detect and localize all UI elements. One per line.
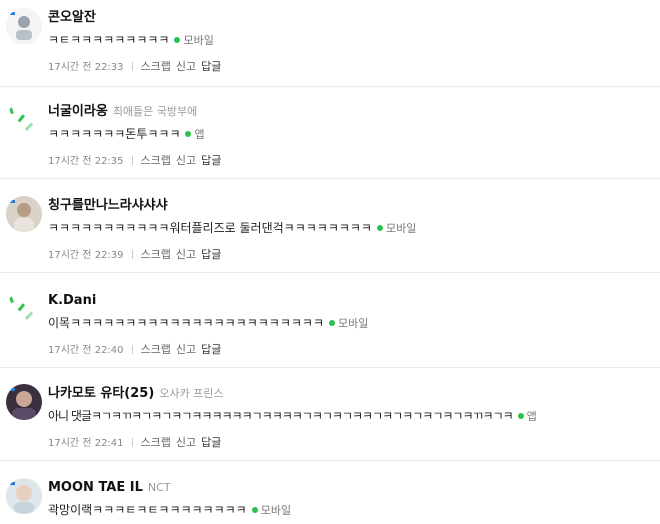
reply-button[interactable]: 답글 (201, 60, 221, 73)
timestamp-relative: 17시간 전 (48, 156, 92, 167)
avatar[interactable] (6, 102, 42, 138)
comment-divider (0, 367, 660, 368)
device-label: 앱 (526, 410, 537, 423)
scrap-button[interactable]: 스크랩 (141, 343, 171, 356)
user-badge: NCT (147, 481, 171, 494)
nickname[interactable]: 칭구를만나느라샤샤샤 (48, 198, 168, 213)
device-dot-icon (376, 225, 383, 231)
comment-text: 아니 댓글ㅋㄱㅋㄲㅋㄱㅋㄱㅋㄱㅋㅋㅋㅋㅋㅋㄱㅋㅋㅋㅋㄱㅋㄱㅋㄱㅋㅋㄱㅋㄱㅋㄱㅋㄱ… (48, 407, 537, 425)
comment-text: 이목ㅋㅋㅋㅋㅋㅋㅋㅋㅋㅋㅋㅋㅋㅋㅋㅋㅋㅋㅋㅋㅋㅋㅋ 모바일 (48, 314, 368, 332)
device-label: 모바일 (183, 34, 214, 47)
divider (131, 438, 133, 447)
nickname[interactable]: 콘오알잔 (48, 10, 96, 25)
timestamp-clock: 22:39 (94, 250, 124, 261)
avatar[interactable] (6, 196, 42, 232)
reply-button[interactable]: 답글 (201, 343, 221, 356)
scrap-button[interactable]: 스크랩 (141, 154, 171, 167)
device-dot-icon (174, 37, 181, 43)
comment-info: 17시간 전 22:40 스크랩 신고 답글 (48, 341, 226, 357)
comment-header: MOON TAE IL NCT (48, 476, 171, 495)
timestamp-relative: 17시간 전 (48, 345, 92, 356)
avatar[interactable] (6, 291, 42, 327)
device-label: 모바일 (385, 222, 417, 235)
nickname[interactable]: 너굴이라옹 (48, 104, 108, 119)
nickname[interactable]: MOON TAE IL (48, 480, 143, 495)
comment-info: 17시간 전 22:41 스크랩 신고 답글 (48, 434, 226, 450)
reply-button[interactable]: 답글 (201, 154, 221, 167)
comment-header: 너굴이라옹 최애들은 국방부에 (48, 100, 198, 119)
device-label: 모바일 (260, 504, 292, 517)
comment-body: 곽망이랙ㅋㅋㅋㅌㅋㅌㅋㅋㅋㅋㅋㅋㅋㅋ (48, 503, 247, 517)
device-dot-icon (329, 320, 336, 326)
timestamp-clock: 22:35 (94, 156, 124, 167)
comment-divider (0, 272, 660, 273)
reply-button[interactable]: 답글 (201, 436, 221, 449)
comment-body: 아니 댓글ㅋㄱㅋㄲㅋㄱㅋㄱㅋㄱㅋㅋㅋㅋㅋㅋㄱㅋㅋㅋㅋㄱㅋㄱㅋㄱㅋㅋㄱㅋㄱㅋㄱㅋㄱ… (48, 409, 514, 423)
comment-list: 콘오알잔 ㅋㅌㅋㅋㅋㅋㅋㅋㅋㅋㅋ 모바일 17시간 전 22:33 스크랩 신고 답글 … (0, 0, 660, 524)
comment-text: ㅋㅋㅋㅋㅋㅋㅋㅋㅋㅋㅋ워터플리즈로 둘러댄걱ㅋㅋㅋㅋㅋㅋㅋㅋ 모바일 (48, 219, 416, 237)
comment-divider (0, 460, 660, 461)
comment-header: 콘오알잔 (48, 6, 96, 25)
comment-body: 이목ㅋㅋㅋㅋㅋㅋㅋㅋㅋㅋㅋㅋㅋㅋㅋㅋㅋㅋㅋㅋㅋㅋㅋ (48, 316, 325, 330)
comment-info: 17시간 전 22:39 스크랩 신고 답글 (48, 246, 226, 262)
divider (131, 345, 133, 354)
report-button[interactable]: 신고 (176, 154, 196, 167)
timestamp-clock: 22:33 (94, 62, 124, 73)
reply-button[interactable]: 답글 (201, 248, 221, 261)
avatar[interactable] (6, 478, 42, 514)
avatar[interactable] (6, 384, 42, 420)
comment-text: ㅋㅌㅋㅋㅋㅋㅋㅋㅋㅋㅋ 모바일 (48, 31, 214, 49)
scrap-button[interactable]: 스크랩 (141, 436, 171, 449)
divider (131, 250, 133, 259)
timestamp-relative: 17시간 전 (48, 438, 92, 449)
timestamp-relative: 17시간 전 (48, 250, 92, 261)
scrap-button[interactable]: 스크랩 (141, 248, 171, 261)
report-button[interactable]: 신고 (176, 248, 196, 261)
comment-info: 17시간 전 22:33 스크랩 신고 답글 (48, 58, 226, 74)
comment-divider (0, 86, 660, 87)
comment-divider (0, 178, 660, 179)
device-label: 앱 (194, 128, 205, 141)
user-badge: 오사카 프린스 (159, 387, 224, 400)
report-button[interactable]: 신고 (176, 343, 196, 356)
nickname[interactable]: 나카모토 유타(25) (48, 386, 154, 401)
comment-header: K.Dani (48, 289, 96, 308)
comment-text: ㅋㅋㅋㅋㅋㅋㅋ돈투ㅋㅋㅋ 앱 (48, 125, 205, 143)
avatar[interactable] (6, 8, 42, 44)
report-button[interactable]: 신고 (176, 436, 196, 449)
divider (131, 62, 133, 71)
timestamp-relative: 17시간 전 (48, 62, 92, 73)
comment-header: 나카모토 유타(25) 오사카 프린스 (48, 382, 224, 401)
comment-body: ㅋㅌㅋㅋㅋㅋㅋㅋㅋㅋㅋ (48, 33, 170, 47)
comment-body: ㅋㅋㅋㅋㅋㅋㅋ돈투ㅋㅋㅋ (48, 127, 181, 141)
device-dot-icon (517, 413, 524, 419)
comment-text: 곽망이랙ㅋㅋㅋㅌㅋㅌㅋㅋㅋㅋㅋㅋㅋㅋ 모바일 (48, 501, 291, 519)
timestamp-clock: 22:41 (94, 438, 124, 449)
user-badge: 최애들은 국방부에 (112, 105, 198, 118)
report-button[interactable]: 신고 (176, 60, 196, 73)
device-label: 모바일 (338, 317, 369, 330)
comment-info: 17시간 전 22:35 스크랩 신고 답글 (48, 152, 226, 168)
nickname[interactable]: K.Dani (48, 293, 96, 308)
scrap-button[interactable]: 스크랩 (141, 60, 171, 73)
timestamp-clock: 22:40 (94, 345, 124, 356)
device-dot-icon (251, 507, 258, 513)
comment-body: ㅋㅋㅋㅋㅋㅋㅋㅋㅋㅋㅋ워터플리즈로 둘러댄걱ㅋㅋㅋㅋㅋㅋㅋㅋ (48, 221, 372, 235)
comment-header: 칭구를만나느라샤샤샤 (48, 194, 168, 213)
device-dot-icon (185, 131, 192, 137)
divider (131, 156, 133, 165)
